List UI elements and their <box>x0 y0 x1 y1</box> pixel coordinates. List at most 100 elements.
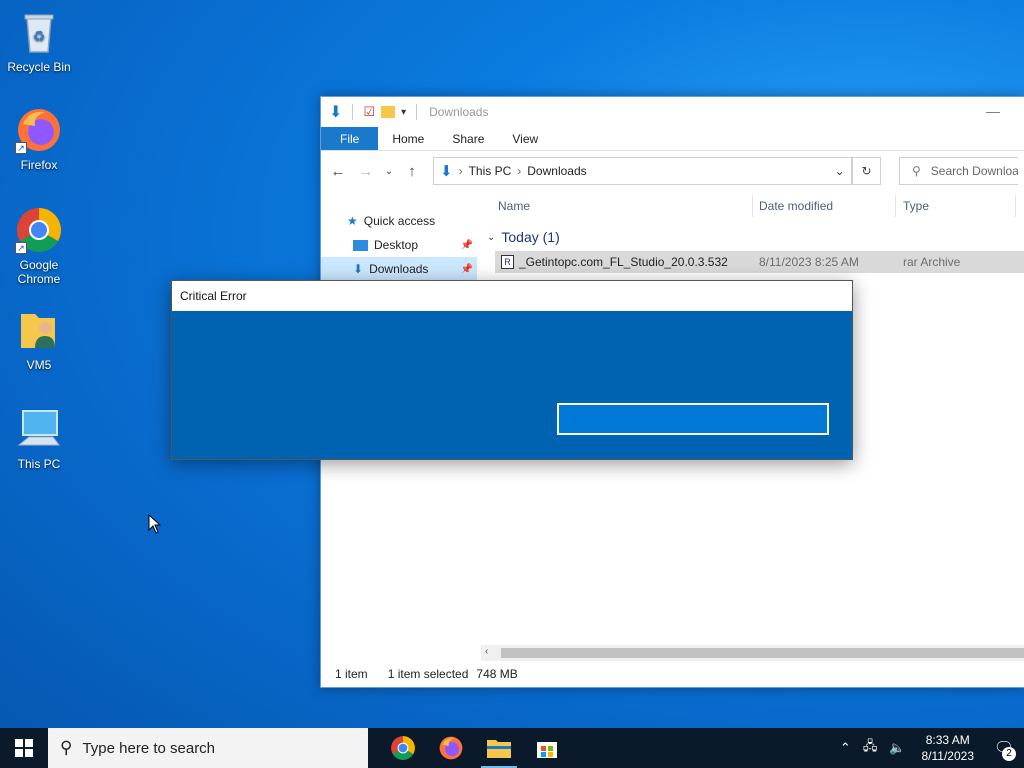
clock-date: 8/11/2023 <box>921 749 975 763</box>
dialog-action-button[interactable] <box>557 403 829 435</box>
column-divider[interactable] <box>752 195 753 217</box>
up-arrow-icon[interactable]: ↑ <box>401 163 423 180</box>
new-folder-icon[interactable] <box>381 106 396 118</box>
downloads-location-icon: ⬇ <box>440 163 453 180</box>
column-headers: Name Date modified Type <box>481 191 1024 221</box>
windows-logo-icon <box>15 739 33 757</box>
properties-icon[interactable]: ☑ <box>363 104 375 120</box>
ribbon-tabs: File Home Share View <box>321 127 1024 151</box>
taskbar-search-placeholder: Type here to search <box>82 739 216 757</box>
desktop-icon-label: Google Chrome <box>17 258 61 286</box>
desktop-icon-vm5[interactable]: VM5 <box>1 306 77 372</box>
minimize-button[interactable]: — <box>986 103 1000 119</box>
address-dropdown-chevron-icon[interactable]: ⌄ <box>828 158 852 184</box>
address-row: ← → ⌄ ↑ ⬇ › This PC › Downloads ⌄ ↻ ⚲ Se… <box>321 151 1024 191</box>
status-selected: 1 item selected <box>387 667 469 681</box>
window-title: Downloads <box>429 105 489 119</box>
tab-view[interactable]: View <box>498 127 552 150</box>
user-folder-icon <box>15 306 63 354</box>
nav-item-quick-access[interactable]: ★ Quick access <box>321 209 477 233</box>
svg-text:♻: ♻ <box>33 28 46 44</box>
volume-icon[interactable]: 🔈 <box>889 740 905 756</box>
recycle-bin-icon: ♻ <box>15 8 63 56</box>
nav-item-label: Desktop <box>374 238 419 252</box>
network-icon[interactable]: 🖧 <box>863 737 878 759</box>
pin-icon[interactable]: 📌 <box>461 264 473 275</box>
taskbar-file-explorer[interactable] <box>475 728 523 768</box>
taskbar-search-input[interactable]: ⚲ Type here to search <box>48 728 368 768</box>
scroll-left-icon[interactable]: ‹ <box>485 646 488 657</box>
breadcrumb-separator-icon: › <box>517 164 522 178</box>
chevron-down-icon: ⌄ <box>487 231 496 243</box>
desktop-icon-this-pc[interactable]: This PC <box>1 405 77 471</box>
firefox-icon: ↗ <box>15 106 63 154</box>
column-header-date-modified[interactable]: Date modified <box>759 199 833 213</box>
desktop-icon-label: This PC <box>17 457 61 471</box>
tab-file[interactable]: File <box>321 127 379 150</box>
chrome-icon <box>391 736 415 760</box>
divider <box>352 104 354 120</box>
column-header-name[interactable]: Name <box>498 199 530 213</box>
desktop-icon-label: Recycle Bin <box>7 60 71 74</box>
refresh-icon[interactable]: ↻ <box>853 157 881 185</box>
clock[interactable]: 8:33 AM 8/11/2023 <box>922 732 975 764</box>
breadcrumb-downloads[interactable]: Downloads <box>527 164 586 178</box>
clock-time: 8:33 AM <box>925 733 970 747</box>
recent-locations-chevron-icon[interactable]: ⌄ <box>383 166 395 177</box>
show-hidden-icons-chevron-icon[interactable]: ⌃ <box>840 740 851 756</box>
table-row[interactable]: R _Getintopc.com_FL_Studio_20.0.3.532 8/… <box>495 251 1024 273</box>
firefox-icon <box>439 736 463 760</box>
start-button[interactable] <box>0 728 48 768</box>
status-bar: 1 item 1 item selected 748 MB <box>321 661 1024 687</box>
taskbar-microsoft-store[interactable] <box>523 728 571 768</box>
desktop-icon-google-chrome[interactable]: ↗ Google Chrome <box>1 206 77 286</box>
column-divider[interactable] <box>1015 195 1016 217</box>
column-header-type[interactable]: Type <box>903 199 929 213</box>
pin-icon[interactable]: 📌 <box>461 240 473 251</box>
desktop-icon-label: Firefox <box>20 158 58 172</box>
title-bar: ⬇ ☑ ▾ Downloads — <box>321 97 1024 127</box>
system-tray: ⌃ 🖧 🔈 8:33 AM 8/11/2023 🗨 2 <box>834 728 1024 768</box>
shortcut-arrow-icon: ↗ <box>15 242 27 254</box>
divider <box>416 104 418 120</box>
action-center-button[interactable]: 🗨 2 <box>984 728 1024 768</box>
search-icon: ⚲ <box>60 738 73 757</box>
taskbar-chrome[interactable] <box>379 728 427 768</box>
mouse-cursor-icon <box>148 514 162 534</box>
taskbar: ⚲ Type here to search ⌃ 🖧 🔈 8:33 AM 8/11… <box>0 728 1024 768</box>
computer-icon <box>15 405 63 453</box>
group-label: Today (1) <box>501 229 560 245</box>
horizontal-scrollbar[interactable]: ‹ <box>481 645 1024 661</box>
desktop-icon <box>353 239 368 251</box>
nav-item-downloads[interactable]: ⬇ Downloads 📌 <box>321 257 477 281</box>
forward-arrow-icon[interactable]: → <box>355 163 377 180</box>
breadcrumb-separator-icon: › <box>458 164 463 178</box>
chrome-icon: ↗ <box>15 206 63 254</box>
tab-share[interactable]: Share <box>438 127 498 150</box>
shortcut-arrow-icon: ↗ <box>15 142 27 154</box>
breadcrumb-this-pc[interactable]: This PC <box>469 164 512 178</box>
group-header-today[interactable]: ⌄ Today (1) <box>487 229 560 245</box>
tab-home[interactable]: Home <box>378 127 438 150</box>
back-arrow-icon[interactable]: ← <box>327 163 349 180</box>
desktop-icon-firefox[interactable]: ↗ Firefox <box>1 106 77 172</box>
store-icon <box>537 742 557 758</box>
desktop-icon-label: VM5 <box>26 358 52 372</box>
star-icon: ★ <box>347 214 358 228</box>
search-input[interactable]: ⚲ Search Downloads <box>899 157 1018 185</box>
notification-badge: 2 <box>1002 747 1016 761</box>
dialog-title: Critical Error <box>172 281 852 311</box>
desktop-icon-recycle-bin[interactable]: ♻ Recycle Bin <box>1 8 77 74</box>
critical-error-dialog: Critical Error <box>171 280 853 460</box>
address-bar[interactable]: ⬇ › This PC › Downloads ⌄ <box>433 157 853 185</box>
column-divider[interactable] <box>895 195 896 217</box>
scrollbar-thumb[interactable] <box>501 648 1024 658</box>
customize-toolbar-icon[interactable]: ▾ <box>401 107 406 118</box>
status-item-count: 1 item <box>335 667 368 681</box>
rar-archive-icon: R <box>501 255 514 269</box>
taskbar-firefox[interactable] <box>427 728 475 768</box>
download-arrow-icon: ⬇ <box>329 104 343 121</box>
nav-item-desktop[interactable]: Desktop 📌 <box>321 233 477 257</box>
folder-icon <box>487 740 511 758</box>
file-date: 8/11/2023 8:25 AM <box>759 255 859 269</box>
